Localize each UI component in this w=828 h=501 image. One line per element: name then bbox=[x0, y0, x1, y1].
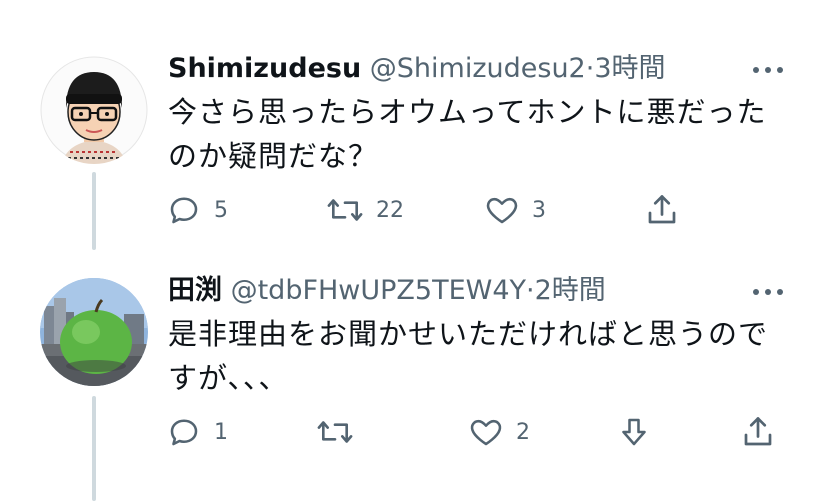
tweet-text-line: 是非理由をお聞かせいただければと思うので bbox=[168, 317, 769, 351]
tweet-actions: 5 22 3 bbox=[0, 190, 828, 230]
display-name[interactable]: 田渕 bbox=[168, 275, 222, 306]
share-icon bbox=[744, 417, 772, 446]
cartoon-man-avatar-icon[interactable] bbox=[40, 56, 148, 164]
tweet-1[interactable]: Shimizudesu @Shimizudesu2·3時間 今さら思ったらオウム… bbox=[0, 0, 828, 250]
tweet-text: 今さら思ったらオウムってホントに悪だった のか疑問だな？ bbox=[168, 90, 788, 178]
reply-button[interactable]: 5 bbox=[166, 190, 228, 230]
like-button[interactable]: 2 bbox=[468, 412, 530, 452]
retweet-button[interactable] bbox=[316, 412, 366, 452]
tweet-text-line: すが、、、 bbox=[168, 361, 289, 395]
separator-dot: · bbox=[526, 275, 535, 306]
tweet-header: Shimizudesu @Shimizudesu2·3時間 bbox=[168, 52, 666, 86]
retweet-button[interactable]: 22 bbox=[326, 190, 404, 230]
tweet-text-line: 今さら思ったらオウムってホントに悪だった bbox=[168, 95, 767, 129]
tweet-text-line: のか疑問だな？ bbox=[168, 139, 379, 173]
timestamp[interactable]: 3時間 bbox=[594, 53, 665, 84]
share-icon bbox=[648, 195, 676, 224]
like-count: 3 bbox=[532, 197, 546, 223]
tweet-text: 是非理由をお聞かせいただければと思うので すが、、、 bbox=[168, 312, 788, 400]
tweet-header: 田渕 @tdbFHwUPZ5TEW4Y·2時間 bbox=[168, 274, 606, 308]
reply-button[interactable]: 1 bbox=[166, 412, 228, 452]
more-options-icon[interactable] bbox=[748, 60, 788, 80]
reply-icon bbox=[170, 197, 198, 224]
tweet-actions: 1 2 bbox=[0, 412, 828, 452]
more-options-icon[interactable] bbox=[748, 282, 788, 302]
display-name[interactable]: Shimizudesu bbox=[168, 53, 361, 84]
retweet-icon bbox=[317, 421, 353, 443]
retweet-count: 22 bbox=[376, 197, 404, 223]
user-handle[interactable]: @Shimizudesu2 bbox=[370, 53, 586, 84]
share-button[interactable] bbox=[644, 190, 680, 230]
heart-icon bbox=[486, 197, 518, 224]
share-button[interactable] bbox=[740, 412, 776, 452]
reply-icon bbox=[170, 419, 198, 446]
user-handle[interactable]: @tdbFHwUPZ5TEW4Y bbox=[231, 275, 526, 306]
arrow-down-icon bbox=[622, 418, 646, 446]
downvote-button[interactable] bbox=[616, 412, 652, 452]
like-button[interactable]: 3 bbox=[484, 190, 546, 230]
like-count: 2 bbox=[516, 419, 530, 445]
heart-icon bbox=[470, 419, 502, 446]
retweet-icon bbox=[327, 199, 363, 221]
tweet-2[interactable]: 田渕 @tdbFHwUPZ5TEW4Y·2時間 是非理由をお聞かせいただければと… bbox=[0, 250, 828, 501]
green-apple-sculpture-avatar-icon[interactable] bbox=[40, 278, 148, 386]
reply-count: 1 bbox=[214, 419, 228, 445]
reply-count: 5 bbox=[214, 197, 228, 223]
timestamp[interactable]: 2時間 bbox=[535, 275, 606, 306]
